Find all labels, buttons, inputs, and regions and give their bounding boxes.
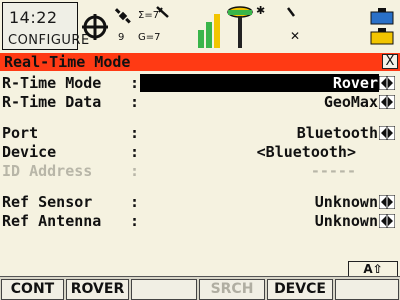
softkey-srch: SRCH xyxy=(199,279,265,300)
satellite-status: 9 Σ=7 G=7 xyxy=(114,6,169,46)
choice-arrows-icon[interactable] xyxy=(379,126,395,140)
satellite-icon xyxy=(114,8,131,24)
field-value[interactable]: Unknown xyxy=(315,193,378,211)
field-id-address: ID Address : ----- xyxy=(0,162,400,180)
field-separator: : xyxy=(130,162,140,180)
field-rtime-mode[interactable]: R-Time Mode : Rover xyxy=(0,74,400,92)
close-button[interactable]: X xyxy=(382,54,398,69)
field-value[interactable]: Rover xyxy=(333,74,378,92)
field-value[interactable]: Bluetooth xyxy=(297,124,378,142)
dialog-title-bar: Real-Time Mode X xyxy=(0,53,400,71)
field-separator: : xyxy=(130,193,140,211)
field-rtime-data[interactable]: R-Time Data : GeoMax xyxy=(0,93,400,111)
time-panel: 14:22 CONFIGURE xyxy=(2,2,89,50)
field-value[interactable]: GeoMax xyxy=(324,93,378,111)
field-separator: : xyxy=(130,74,140,92)
choice-arrows-icon[interactable] xyxy=(379,76,395,90)
field-separator: : xyxy=(130,124,140,142)
choice-arrows-icon[interactable] xyxy=(379,195,395,209)
field-ref-antenna[interactable]: Ref Antenna : Unknown xyxy=(0,212,400,230)
svg-text:✕: ✕ xyxy=(290,29,300,43)
field-separator: : xyxy=(130,212,140,230)
field-label: ID Address xyxy=(2,162,93,180)
app-label: CONFIGURE xyxy=(8,33,90,48)
shift-indicator: A⇧ xyxy=(348,261,398,276)
position-crosshair-icon xyxy=(82,14,108,40)
satellite-glonass: G=7 xyxy=(138,32,161,43)
softkey-f6 xyxy=(335,279,399,300)
battery-icon xyxy=(370,8,394,45)
rover-antenna-icon: ✱ xyxy=(227,4,265,48)
field-separator: : xyxy=(130,93,140,111)
field-device[interactable]: Device : <Bluetooth> xyxy=(0,143,400,161)
field-value[interactable]: Unknown xyxy=(315,212,378,230)
satellite-icon-2 xyxy=(156,6,169,18)
softkey-cont[interactable]: CONT xyxy=(1,279,64,300)
screen: 14:22 CONFIGURE 9 Σ=7 G=7 ✱ ✕ Real-Time … xyxy=(0,0,400,300)
satellite-count: 9 xyxy=(118,32,125,43)
softkey-rover[interactable]: ROVER xyxy=(66,279,129,300)
page-title: Real-Time Mode xyxy=(4,53,131,71)
radio-link-icon: ✕ xyxy=(287,7,300,43)
clock-time: 14:22 xyxy=(9,8,58,27)
field-label: Port xyxy=(2,124,39,142)
field-ref-sensor[interactable]: Ref Sensor : Unknown xyxy=(0,193,400,211)
field-label: Ref Antenna xyxy=(2,212,102,230)
field-label: Ref Sensor xyxy=(2,193,93,211)
field-port[interactable]: Port : Bluetooth xyxy=(0,124,400,142)
field-separator: : xyxy=(130,143,140,161)
field-label: R-Time Data xyxy=(2,93,102,111)
field-label: R-Time Mode xyxy=(2,74,102,92)
softkey-f3 xyxy=(131,279,197,300)
choice-arrows-icon[interactable] xyxy=(379,95,395,109)
softkey-bar: CONT ROVER SRCH DEVCE xyxy=(0,276,400,300)
field-value: ----- xyxy=(310,162,356,180)
choice-arrows-icon[interactable] xyxy=(379,214,395,228)
softkey-devce[interactable]: DEVCE xyxy=(267,279,333,300)
signal-bars-icon xyxy=(198,14,220,48)
status-bar: 14:22 CONFIGURE 9 Σ=7 G=7 ✱ ✕ xyxy=(0,0,400,53)
field-label: Device xyxy=(2,143,57,161)
field-value[interactable]: <Bluetooth> xyxy=(257,143,356,161)
svg-text:✱: ✱ xyxy=(256,4,265,17)
